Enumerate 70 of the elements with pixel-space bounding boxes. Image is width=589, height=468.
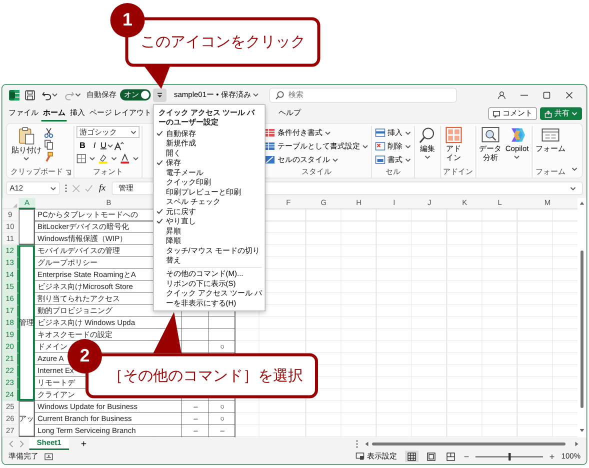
save-icon[interactable]: [24, 88, 36, 101]
caret-icon: [75, 92, 81, 98]
page-break-icon[interactable]: [446, 452, 456, 461]
step-number: 1: [110, 3, 145, 38]
dialog-launcher-icon[interactable]: [65, 169, 72, 176]
grid-view-icon[interactable]: [408, 452, 417, 461]
font-color-icon[interactable]: [120, 154, 130, 164]
caret-icon: [324, 130, 331, 136]
delete-cells-icon: [374, 141, 386, 152]
next-sheet-icon[interactable]: [18, 440, 25, 448]
previous-sheet-icon[interactable]: [8, 440, 14, 448]
maximize-icon[interactable]: [542, 90, 552, 100]
person-icon[interactable]: [497, 90, 506, 100]
check-icon: [156, 130, 164, 138]
more-icon: [64, 184, 68, 193]
share-icon: [544, 110, 552, 118]
monitor-icon: [356, 452, 365, 460]
format-button[interactable]: B: [76, 140, 88, 152]
copy-icon[interactable]: [44, 140, 54, 150]
dropdown-icon: [156, 91, 164, 99]
four-squares-icon: [444, 126, 464, 144]
chevron-icon[interactable]: [572, 166, 578, 172]
caret-icon: [253, 92, 260, 98]
brush-icon[interactable]: [44, 152, 54, 162]
caret-icon: [404, 144, 411, 149]
caret-icon: [570, 186, 576, 191]
caret-icon: [514, 154, 520, 160]
accessibility-icon: [44, 452, 54, 461]
caret-icon: [404, 130, 411, 136]
check-icon: [156, 159, 164, 166]
format-button[interactable]: U: [100, 140, 114, 152]
format-button[interactable]: I: [88, 140, 100, 152]
slider-thumb[interactable]: [508, 452, 511, 460]
add-sheet-button[interactable]: +: [73, 438, 94, 448]
callout-text: ［その他のコマンド］を選択: [108, 366, 303, 386]
insert-function-button[interactable]: fx: [98, 182, 107, 194]
grow-font-icon[interactable]: [113, 140, 124, 152]
framed-magnifier-icon: [480, 126, 500, 144]
caret-icon: [132, 156, 139, 162]
format-cells-icon: [374, 154, 386, 165]
check-icon[interactable]: [84, 184, 93, 192]
close-icon[interactable]: [564, 90, 574, 100]
borders-icon[interactable]: [76, 154, 86, 164]
undo-icon: [41, 90, 52, 100]
scissors-icon[interactable]: [44, 128, 54, 138]
clipboard-icon: [17, 126, 36, 146]
caret-icon: [404, 157, 411, 162]
form-icon: [540, 126, 560, 144]
zoom-in-icon[interactable]: [549, 453, 556, 460]
caret-icon: [424, 154, 430, 160]
caret-icon: [130, 129, 136, 135]
caret-icon: [111, 156, 117, 162]
spreadsheet-app-icon[interactable]: [8, 88, 20, 101]
caret-icon: [362, 144, 368, 149]
customize-quick-access-button[interactable]: [153, 88, 166, 102]
redo-icon: [64, 90, 75, 100]
caret-icon: [23, 156, 30, 161]
caret-icon: [89, 156, 96, 162]
search-icon: [276, 90, 285, 100]
caret-icon: [572, 111, 578, 116]
speech-bubble-icon: [492, 110, 500, 118]
page-view-icon[interactable]: [427, 452, 436, 461]
caret-icon: [50, 186, 56, 191]
more-icon: [356, 439, 358, 448]
caret-icon: [52, 92, 58, 98]
caret-icon: [107, 143, 114, 148]
caret-icon: [332, 157, 338, 162]
insert-cells-icon: [374, 128, 386, 138]
horizontal-scrollbar[interactable]: [363, 440, 580, 448]
highlighter-icon[interactable]: [98, 154, 108, 164]
